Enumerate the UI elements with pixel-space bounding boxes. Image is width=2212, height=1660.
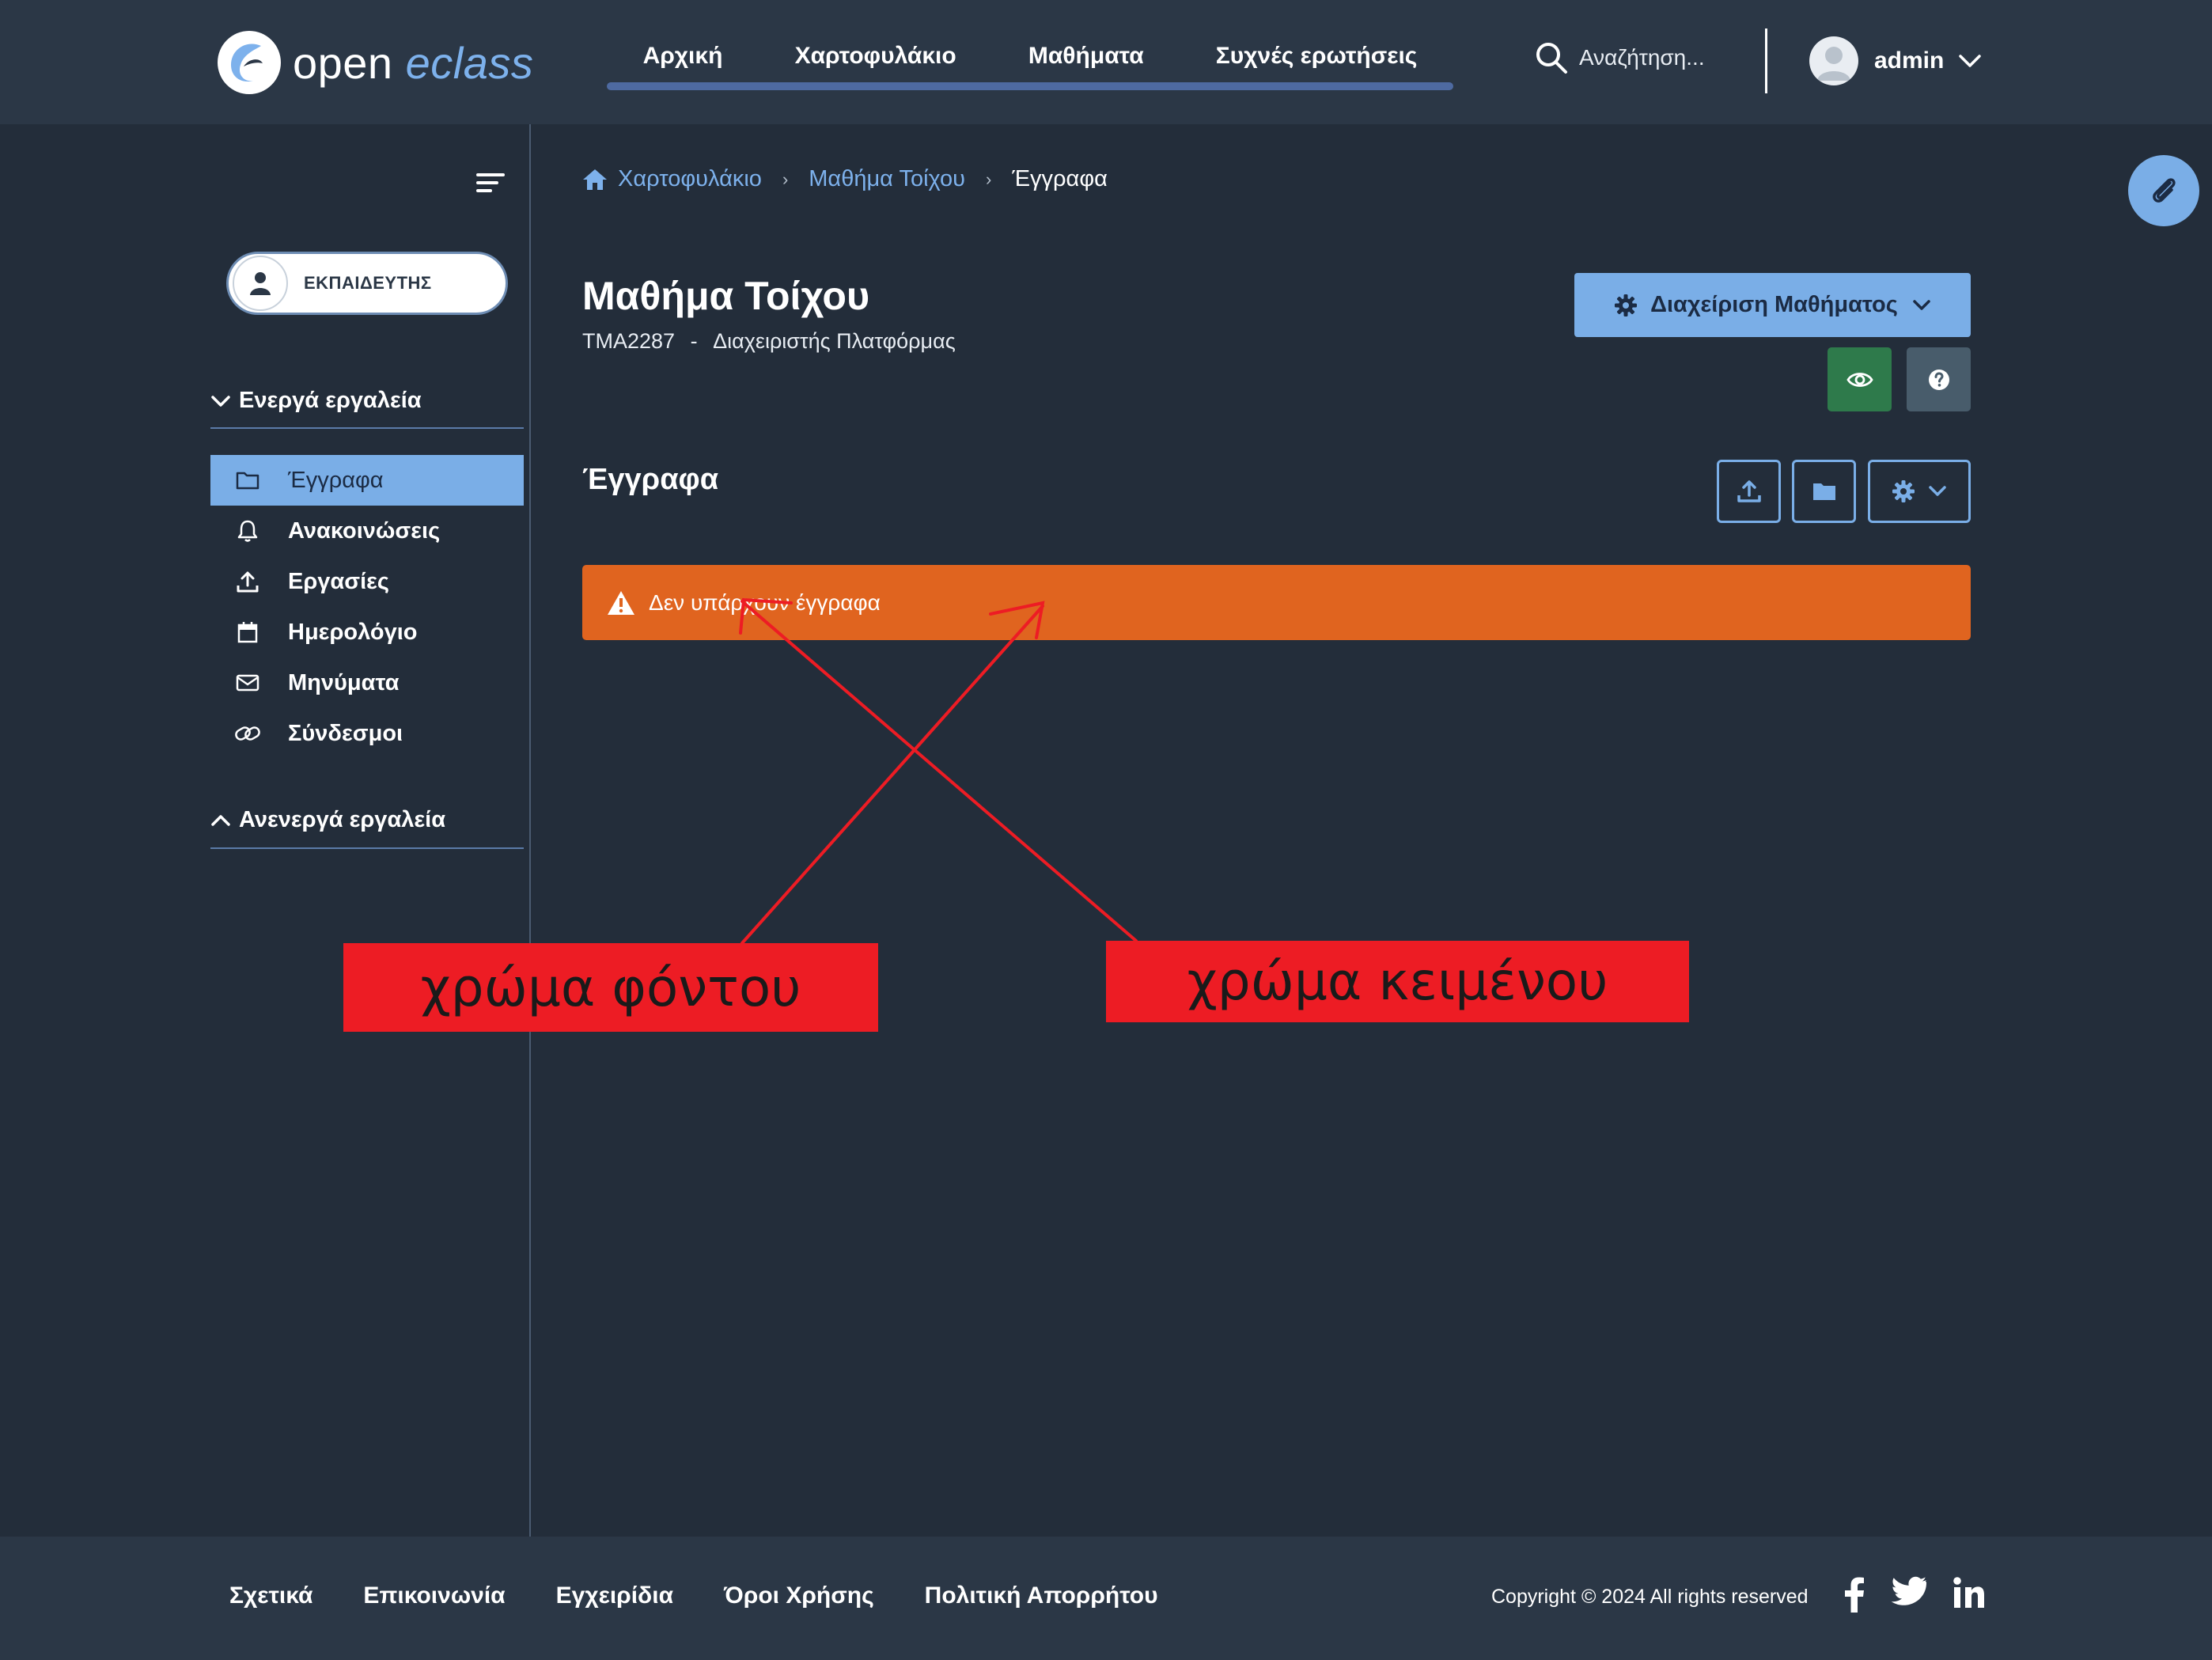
upload-icon xyxy=(234,568,261,595)
visibility-button[interactable] xyxy=(1828,347,1892,411)
envelope-icon xyxy=(234,669,261,696)
chevron-down-icon xyxy=(1929,486,1946,496)
chevron-down-icon xyxy=(1913,299,1930,310)
chevron-down-icon xyxy=(211,395,230,407)
role-badge: ΕΚΠΑΙΔΕΥΤΗΣ xyxy=(226,252,508,315)
inactive-tools-toggle[interactable]: Ανενεργά εργαλεία xyxy=(210,807,445,833)
teacher-icon xyxy=(233,256,288,311)
sidebar-item-messages[interactable]: Μηνύματα xyxy=(210,658,524,708)
gear-icon xyxy=(1615,294,1638,316)
no-documents-alert: Δεν υπάρχουν έγγραφα xyxy=(582,565,1971,640)
folder-icon xyxy=(1812,483,1835,500)
paperclip-icon xyxy=(2153,178,2176,203)
copyright-text: Copyright © 2024 All rights reserved xyxy=(1491,1586,1809,1608)
user-avatar-icon xyxy=(1809,36,1858,85)
top-header: open eclass Αρχική Χαρτοφυλάκιο Μαθήματα… xyxy=(0,0,2212,124)
text-color-label: χρώμα κειμένου xyxy=(1106,941,1689,1022)
role-label: ΕΚΠΑΙΔΕΥΤΗΣ xyxy=(304,273,432,293)
main-nav: Αρχική Χαρτοφυλάκιο Μαθήματα Συχνές ερωτ… xyxy=(607,32,1453,90)
search-box[interactable] xyxy=(1535,41,1737,74)
sidebar-item-label: Έγγραφα xyxy=(288,467,384,493)
bell-icon xyxy=(234,517,261,544)
search-input[interactable] xyxy=(1579,45,1737,70)
breadcrumb-current: Έγγραφα xyxy=(1012,166,1108,191)
upload-icon xyxy=(1737,480,1761,502)
sidebar-item-label: Μηνύματα xyxy=(288,669,400,695)
header-divider xyxy=(1765,28,1767,93)
background-color-label: χρώμα φόντου xyxy=(343,943,878,1032)
sidebar-item-label: Σύνδεσμοι xyxy=(288,720,403,746)
breadcrumb-separator: › xyxy=(985,169,992,189)
new-folder-button[interactable] xyxy=(1792,460,1856,523)
gear-icon xyxy=(1892,480,1915,502)
menu-toggle-icon[interactable] xyxy=(476,171,505,195)
chevron-down-icon xyxy=(1959,55,1982,67)
tool-list: Έγγραφα Ανακοινώσεις Εργασίες Ημερολόγιο… xyxy=(210,455,524,759)
openeclass-logo[interactable]: open eclass xyxy=(215,27,533,98)
inactive-tools-label: Ανενεργά εργαλεία xyxy=(239,807,446,832)
footer-link-terms[interactable]: Όροι Χρήσης xyxy=(724,1582,874,1609)
footer: Σχετικά Επικοινωνία Εγχειρίδια Όροι Χρήσ… xyxy=(0,1537,2212,1660)
linkedin-icon[interactable] xyxy=(1953,1576,1986,1609)
upload-document-button[interactable] xyxy=(1717,460,1781,523)
breadcrumb: Χαρτοφυλάκιο › Μαθήμα Τοίχου › Έγγραφα xyxy=(581,166,1108,192)
footer-link-contact[interactable]: Επικοινωνία xyxy=(363,1582,505,1609)
nav-home[interactable]: Αρχική xyxy=(643,43,723,70)
breadcrumb-separator: › xyxy=(782,169,789,189)
warning-icon xyxy=(608,590,634,615)
nav-faq[interactable]: Συχνές ερωτήσεις xyxy=(1216,43,1418,70)
course-title: Μαθήμα Τοίχου xyxy=(582,274,870,318)
sidebar-item-documents[interactable]: Έγγραφα xyxy=(210,455,524,506)
inactive-tools-line xyxy=(210,847,524,849)
sidebar-divider xyxy=(529,124,531,1537)
documents-heading: Έγγραφα xyxy=(582,463,719,496)
active-tools-toggle[interactable]: Ενεργά εργαλεία xyxy=(210,388,422,414)
sidebar-item-assignments[interactable]: Εργασίες xyxy=(210,556,524,607)
folder-icon xyxy=(234,467,261,494)
nav-portfolio[interactable]: Χαρτοφυλάκιο xyxy=(795,43,956,70)
course-separator: - xyxy=(690,329,698,353)
alert-text: Δεν υπάρχουν έγγραφα xyxy=(649,589,881,615)
attachment-button[interactable] xyxy=(2128,155,2199,226)
footer-link-privacy[interactable]: Πολιτική Απορρήτου xyxy=(925,1582,1158,1609)
breadcrumb-portfolio[interactable]: Χαρτοφυλάκιο xyxy=(618,166,762,192)
manage-course-button[interactable]: Διαχείριση Μαθήματος xyxy=(1574,273,1971,337)
arrow-to-text xyxy=(740,600,1138,942)
sidebar-item-label: Εργασίες xyxy=(288,568,389,594)
link-icon xyxy=(234,720,261,747)
footer-link-about[interactable]: Σχετικά xyxy=(229,1582,312,1609)
nav-courses[interactable]: Μαθήματα xyxy=(1028,43,1144,70)
manage-course-label: Διαχείριση Μαθήματος xyxy=(1650,292,1898,317)
home-icon[interactable] xyxy=(581,168,608,191)
twitter-icon[interactable] xyxy=(1891,1576,1927,1606)
sidebar-item-label: Ημερολόγιο xyxy=(288,619,418,645)
help-button[interactable] xyxy=(1907,347,1971,411)
sidebar-item-announcements[interactable]: Ανακοινώσεις xyxy=(210,506,524,556)
breadcrumb-course[interactable]: Μαθήμα Τοίχου xyxy=(809,166,965,192)
active-tools-line xyxy=(210,427,524,429)
help-icon xyxy=(1928,369,1949,390)
logo-text: open eclass xyxy=(293,37,534,88)
nav-underline xyxy=(607,82,1453,90)
document-settings-dropdown[interactable] xyxy=(1868,460,1971,523)
course-code: TMA2287 xyxy=(582,329,676,353)
facebook-icon[interactable] xyxy=(1843,1576,1865,1613)
course-subtitle: TMA2287 - Διαχειριστής Πλατφόρμας xyxy=(582,329,956,354)
user-menu[interactable]: admin xyxy=(1809,36,1982,85)
chevron-up-icon xyxy=(211,814,230,826)
sidebar-item-calendar[interactable]: Ημερολόγιο xyxy=(210,607,524,658)
sidebar-item-label: Ανακοινώσεις xyxy=(288,517,441,544)
user-name: admin xyxy=(1874,47,1945,74)
active-tools-label: Ενεργά εργαλεία xyxy=(239,388,422,413)
logo-mark-icon xyxy=(218,31,281,94)
footer-link-manuals[interactable]: Εγχειρίδια xyxy=(556,1582,673,1609)
footer-links: Σχετικά Επικοινωνία Εγχειρίδια Όροι Χρήσ… xyxy=(229,1582,1209,1609)
arrow-to-background xyxy=(740,604,1044,945)
eye-icon xyxy=(1846,372,1873,387)
calendar-icon xyxy=(234,619,261,646)
sidebar-item-links[interactable]: Σύνδεσμοι xyxy=(210,708,524,759)
course-owner: Διαχειριστής Πλατφόρμας xyxy=(713,329,956,353)
search-icon[interactable] xyxy=(1535,41,1568,74)
